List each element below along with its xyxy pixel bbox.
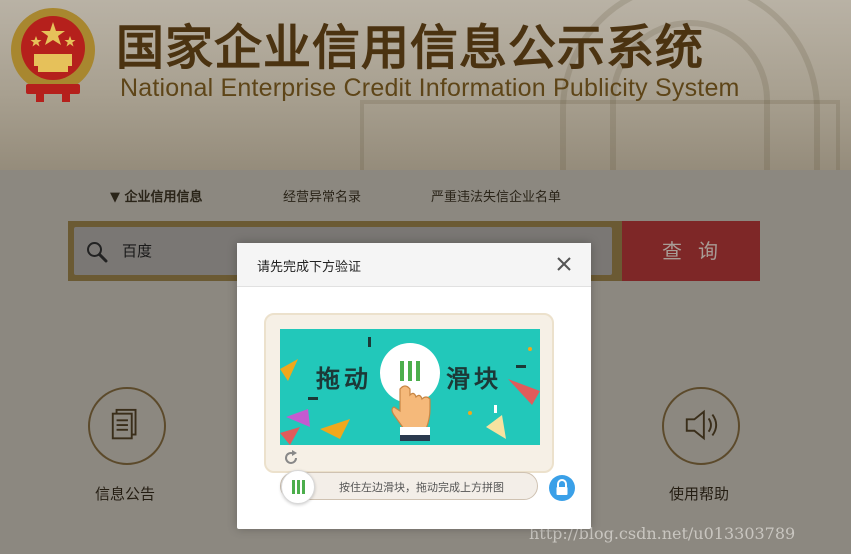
refresh-icon[interactable] — [282, 449, 300, 467]
lock-icon — [549, 475, 575, 501]
tab-serious-violations[interactable]: 严重违法失信企业名单 — [431, 186, 561, 205]
slider-hint: 按住左边滑块，拖动完成上方拼图 — [339, 481, 504, 494]
document-icon — [111, 408, 137, 440]
speaker-icon — [685, 409, 718, 441]
search-icon — [87, 242, 108, 263]
announcements-label: 信息公告 — [95, 485, 156, 503]
help-shortcut[interactable] — [662, 387, 740, 465]
tab-abnormal-operations[interactable]: 经营异常名录 — [283, 186, 361, 205]
hand-pointer-icon — [380, 343, 440, 441]
search-input-value: 百度 — [122, 242, 153, 260]
puzzle-text-slider: 滑块 — [446, 365, 502, 393]
puzzle-image: 拖动 滑块 — [280, 329, 540, 445]
grip-icon — [292, 480, 305, 494]
puzzle-text-drag: 拖动 — [316, 365, 372, 393]
modal-title: 请先完成下方验证 — [257, 260, 362, 275]
site-title-chinese: 国家企业信用信息公示系统 — [116, 20, 705, 76]
slider-handle[interactable] — [281, 470, 315, 504]
query-button[interactable]: 查询 — [622, 221, 760, 281]
site-header: 国家企业信用信息公示系统 National Enterprise Credit … — [0, 0, 851, 170]
tab-enterprise-credit[interactable]: ▼ 企业信用信息 — [110, 186, 203, 205]
padlock-glyph — [556, 479, 568, 495]
announcements-shortcut[interactable] — [88, 387, 166, 465]
close-icon[interactable] — [555, 255, 573, 273]
search-category-tabs: ▼ 企业信用信息 经营异常名录 严重违法失信企业名单 — [0, 186, 851, 206]
modal-header: 请先完成下方验证 — [237, 243, 591, 287]
background-architecture — [360, 100, 840, 170]
help-label: 使用帮助 — [669, 485, 730, 503]
national-emblem-icon — [11, 8, 95, 102]
site-title-english: National Enterprise Credit Information P… — [120, 74, 740, 102]
slider-track[interactable]: 按住左边滑块，拖动完成上方拼图 — [280, 470, 538, 504]
verification-modal: 请先完成下方验证 拖动 滑块 按住左边滑块，拖动完成上方拼图 — [237, 243, 591, 529]
puzzle-frame: 拖动 滑块 — [264, 313, 554, 473]
